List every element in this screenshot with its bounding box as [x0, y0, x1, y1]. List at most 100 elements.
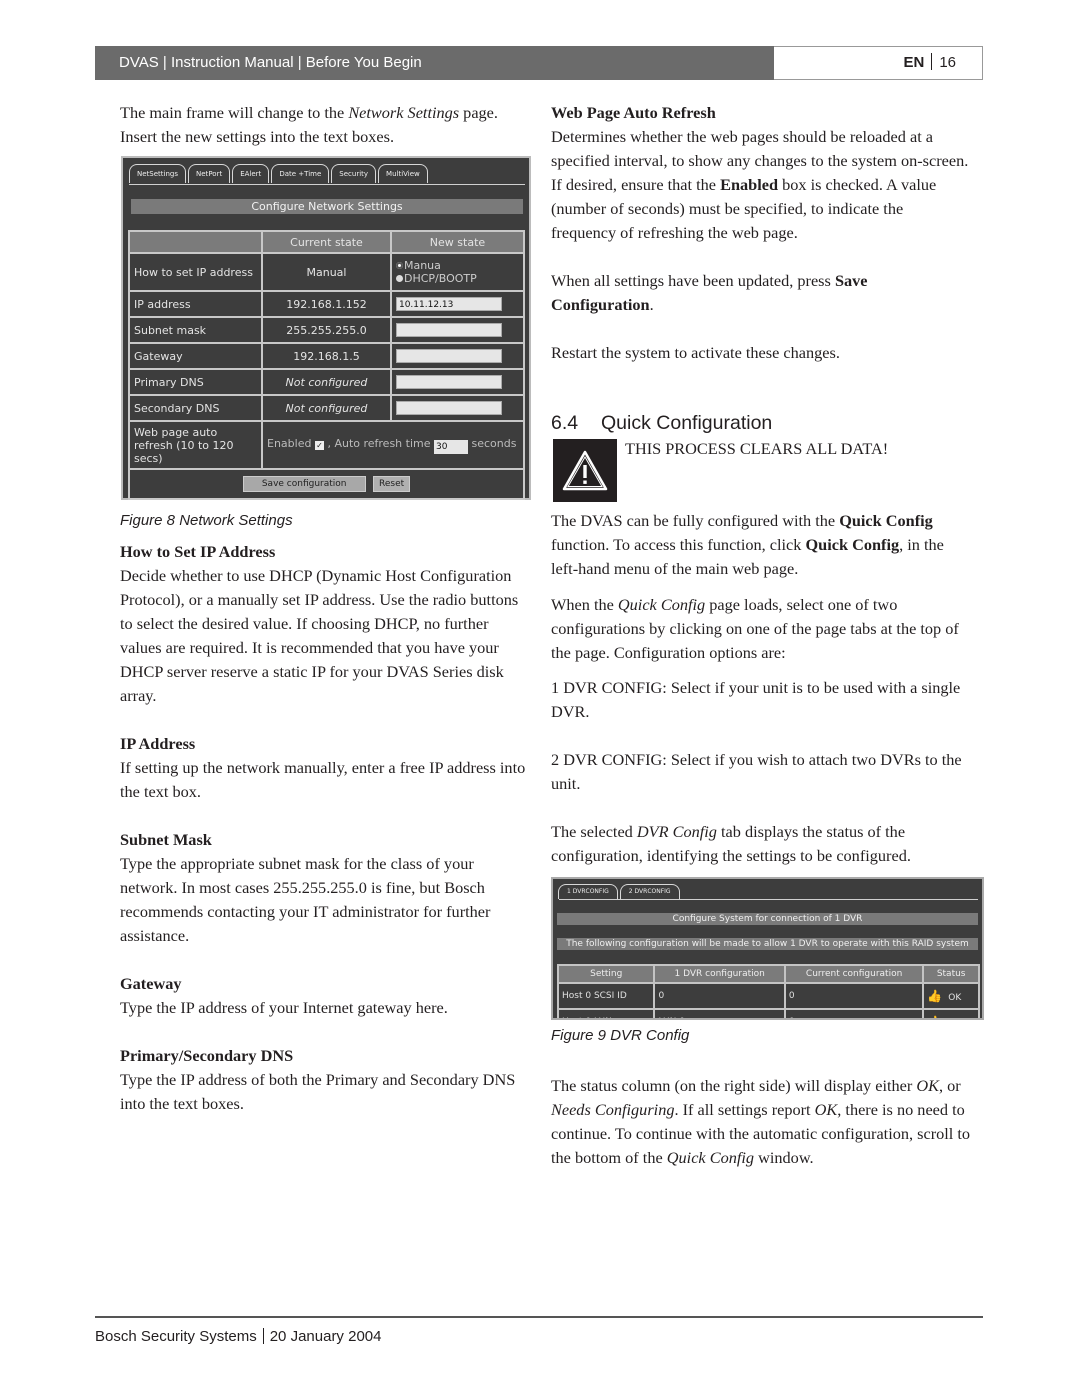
row-current: 192.168.1.152	[261, 290, 392, 318]
paragraph-quick-config-load: When the Quick Config page loads, select…	[551, 595, 959, 662]
paragraph-option-1: 1 DVR CONFIG: Select if your unit is to …	[551, 678, 961, 721]
dvr-tabs: 1 DVR CONFIG 2 DVR CONFIG	[558, 884, 682, 906]
header-language: EN	[903, 54, 925, 71]
row-label: Secondary DNS	[128, 394, 263, 422]
row-label: Subnet mask	[128, 316, 263, 344]
cell-setting: Host 0 LUN	[556, 1008, 656, 1018]
page-header: DVAS | Instruction Manual | Before You B…	[95, 46, 983, 80]
header-page-info: EN 16	[774, 46, 983, 80]
radio-unselected-icon[interactable]	[395, 275, 403, 282]
right-column-upper: Web Page Auto Refresh Determines whether…	[551, 101, 971, 365]
ip-address-input[interactable]: 10.11.12.13	[395, 297, 502, 311]
tab-net-port[interactable]: Net Port	[188, 164, 231, 183]
ip-method-radio-group: Manua DHCP/BOOTP	[389, 252, 526, 292]
header-section: Before You Begin	[305, 54, 422, 71]
cell-current: 0	[783, 982, 925, 1010]
dvr-config-subtitle: The following configuration will be made…	[557, 938, 978, 950]
header-page-number: 16	[939, 54, 956, 71]
table-row-secondary-dns: Secondary DNS Not configured	[128, 394, 526, 422]
tab-underline	[129, 184, 525, 185]
tab-e-alert[interactable]: E Alert	[232, 164, 270, 183]
paragraph-quick-config-intro: The DVAS can be fully configured with th…	[551, 511, 944, 578]
table-row-auto-refresh: Web page auto refresh (10 to 120 secs) E…	[128, 420, 525, 470]
table-row-gateway: Gateway 192.168.1.5	[128, 342, 526, 370]
tab-multi-view[interactable]: Multi View	[378, 164, 428, 183]
left-column: The main frame will change to the Networ…	[120, 101, 530, 149]
column-header-current: Current state	[261, 230, 392, 254]
intro-paragraph: The main frame will change to the Networ…	[120, 103, 498, 146]
refresh-seconds-input[interactable]: 30	[434, 439, 469, 454]
cell-status: 👍OK	[922, 982, 980, 1010]
table-header-row: Current state New state	[128, 230, 526, 254]
heading-web-refresh: Web Page Auto Refresh	[551, 103, 716, 122]
row-current: Manual	[261, 252, 392, 292]
row-label: How to set IP address	[128, 252, 263, 292]
heading-ip-address: IP Address	[120, 734, 196, 753]
figure-8-caption: Figure 8 Network Settings	[120, 512, 293, 529]
dvr-config-screenshot: 1 DVR CONFIG 2 DVR CONFIG Configure System…	[551, 877, 984, 1020]
tab-date-time[interactable]: Date + Time	[271, 164, 330, 183]
auto-refresh-controls: Enabled ✓ , Auto refresh time 30 seconds	[261, 420, 525, 470]
subnet-mask-input[interactable]	[395, 323, 502, 337]
footer-divider	[95, 1316, 983, 1318]
column-header-status: Status	[922, 964, 980, 984]
warning-icon	[553, 439, 617, 502]
gateway-input[interactable]	[395, 349, 502, 363]
row-current: Not configured	[261, 394, 392, 422]
column-header-blank	[128, 230, 263, 254]
row-current: 255.255.255.0	[261, 316, 392, 344]
footer-company: Bosch Security Systems	[95, 1328, 257, 1345]
tab-security[interactable]: Security	[331, 164, 377, 183]
paragraph-selected-tab: The selected DVR Config tab displays the…	[551, 822, 911, 865]
row-label: Gateway	[128, 342, 263, 370]
paragraph-status-column: The status column (on the right side) wi…	[551, 1076, 971, 1167]
thumbs-up-icon: 👍	[927, 1015, 942, 1018]
paragraph-dns: Type the IP address of both the Primary …	[120, 1070, 516, 1113]
row-label: IP address	[128, 290, 263, 318]
dvr-config-table: Setting 1 DVR configuration Current conf…	[556, 964, 980, 1018]
column-header-setting: Setting	[556, 964, 656, 984]
paragraph-save: When all settings have been updated, pre…	[551, 271, 868, 314]
heading-how-to-set-ip: How to Set IP Address	[120, 542, 276, 561]
tab-net-settings[interactable]: Net Settings	[129, 164, 187, 183]
radio-selected-icon[interactable]	[395, 262, 403, 269]
header-divider	[931, 53, 933, 70]
network-tabs: Net Settings Net Port E Alert Date + Time Se…	[129, 164, 430, 186]
column-header-dvr-config: 1 DVR configuration	[653, 964, 786, 984]
paragraph-subnet-mask: Type the appropriate subnet mask for the…	[120, 854, 491, 945]
save-configuration-button[interactable]: Save configuration	[242, 476, 366, 492]
column-header-new: New state	[389, 230, 526, 254]
table-row-ip-address: IP address 192.168.1.152 10.11.12.13	[128, 290, 526, 318]
header-product: DVAS	[119, 54, 159, 71]
right-column-middle: The DVAS can be fully configured with th…	[551, 509, 971, 868]
network-settings-screenshot: Net Settings Net Port E Alert Date + Time Se…	[121, 156, 531, 500]
row-label: Primary DNS	[128, 368, 263, 396]
primary-dns-input[interactable]	[395, 375, 502, 389]
radio-manual[interactable]: Manua	[395, 259, 519, 272]
cell-current: 0	[783, 1008, 925, 1018]
reset-button[interactable]: Reset	[373, 476, 411, 492]
paragraph-restart: Restart the system to activate these cha…	[551, 343, 840, 362]
dvr-config-title: Configure System for connection of 1 DVR	[557, 913, 978, 925]
left-column-lower: Figure 8 Network Settings How to Set IP …	[120, 511, 530, 1116]
enabled-checkbox[interactable]: ✓	[314, 440, 324, 450]
row-label: Web page auto refresh (10 to 120 secs)	[128, 420, 263, 470]
cell-status: 👍OK	[922, 1008, 980, 1018]
paragraph-ip-address: If setting up the network manually, ente…	[120, 758, 526, 801]
network-settings-table: Current state New state How to set IP ad…	[128, 230, 526, 500]
warning-text: THIS PROCESS CLEARS ALL DATA!	[625, 439, 889, 458]
paragraph-gateway: Type the IP address of your Internet gat…	[120, 998, 448, 1017]
thumbs-up-icon: 👍	[927, 989, 943, 1003]
cell-config: LUN 0	[653, 1008, 786, 1018]
right-column-lower: Figure 9 DVR Config The status column (o…	[551, 1026, 971, 1170]
radio-dhcp[interactable]: DHCP/BOOTP	[395, 272, 519, 285]
footer-separator	[262, 1328, 264, 1344]
table-row-subnet-mask: Subnet mask 255.255.255.0	[128, 316, 526, 344]
table-row-how-to-set: How to set IP address Manual Manua DHCP/…	[128, 252, 526, 292]
tab-1-dvr-config[interactable]: 1 DVR CONFIG	[558, 884, 618, 899]
section-heading-quick-configuration: 6.4 Quick Configuration	[551, 410, 772, 436]
secondary-dns-input[interactable]	[395, 401, 502, 415]
table-row: Host 0 LUN LUN 0 0 👍OK	[556, 1008, 980, 1018]
tab-2-dvr-config[interactable]: 2 DVR CONFIG	[619, 884, 680, 899]
table-row-buttons: Save configuration Reset	[128, 468, 525, 500]
